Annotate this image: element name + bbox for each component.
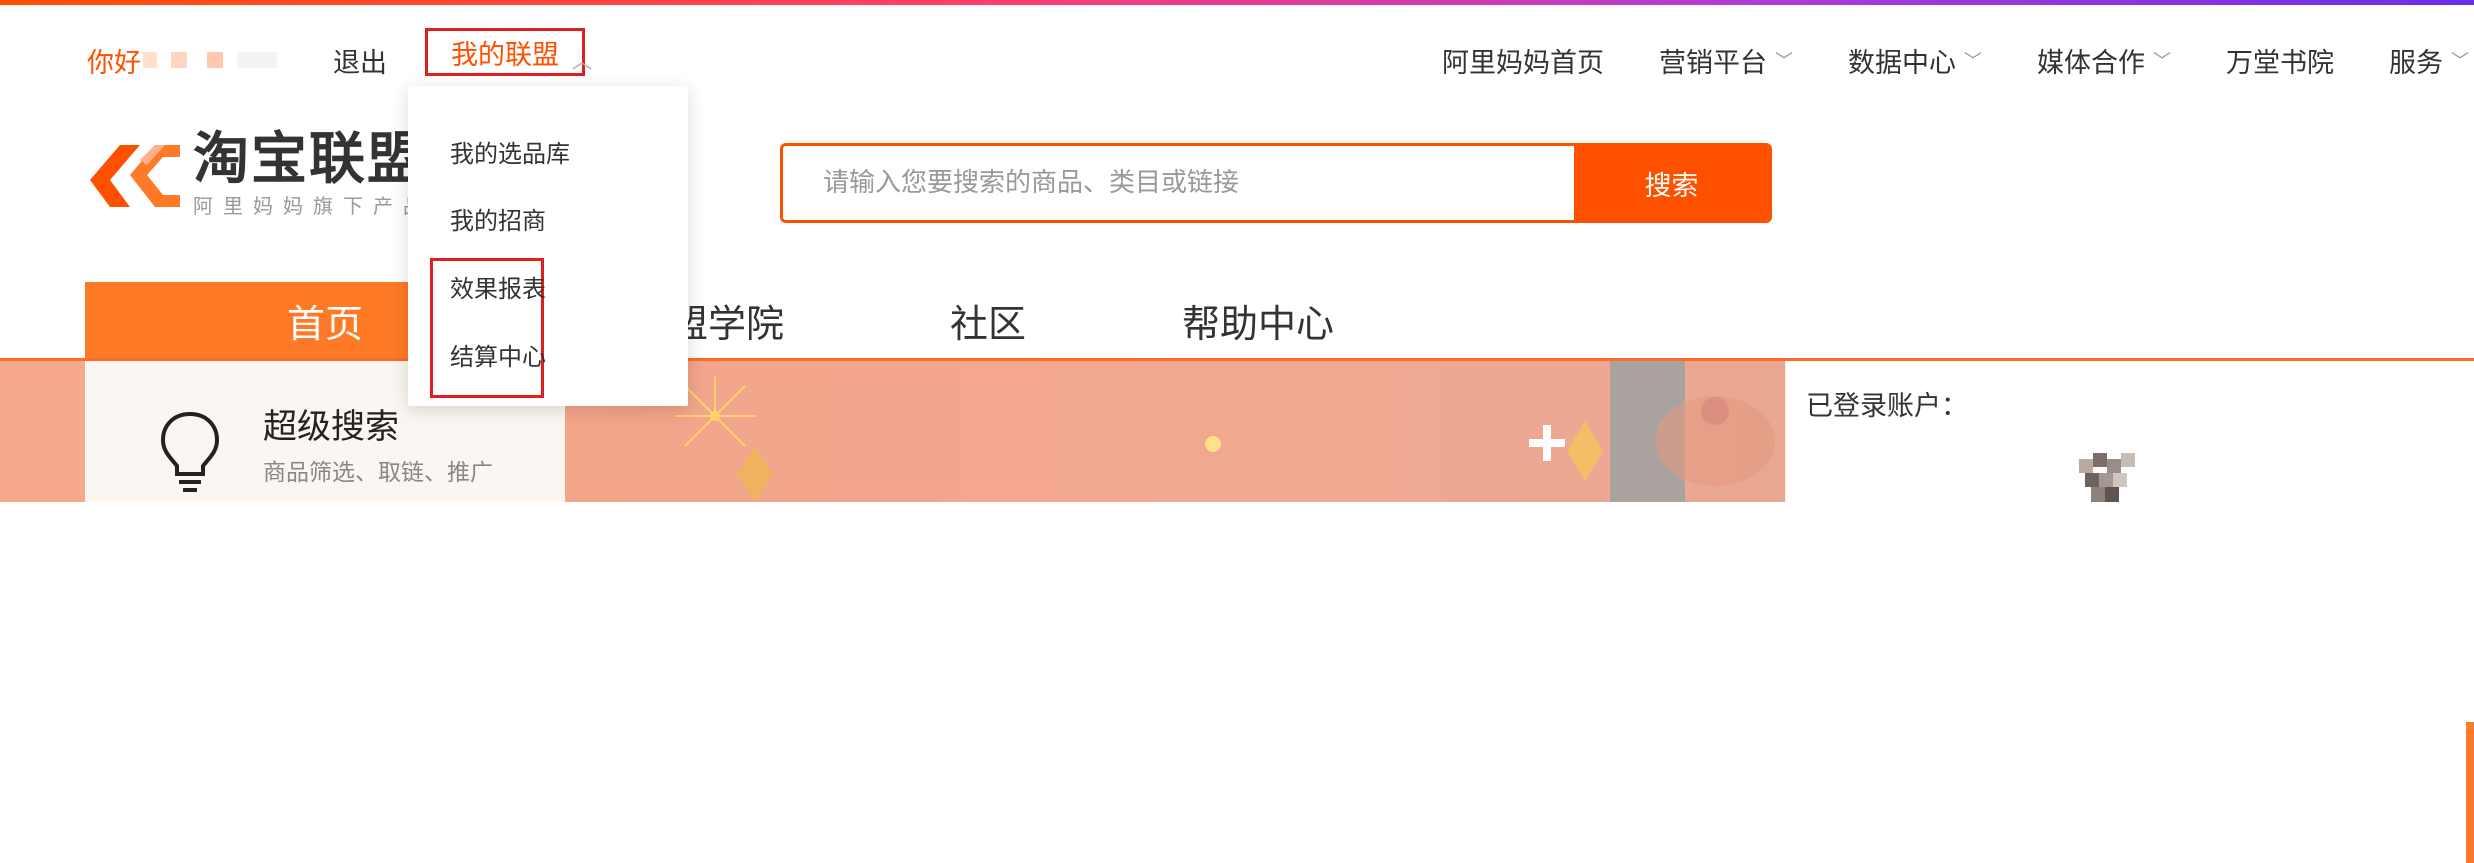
dropdown-item-performance-report[interactable]: 效果报表 <box>450 269 546 304</box>
top-right-label: 媒体合作 <box>2037 47 2145 79</box>
my-alliance-dropdown: 我的选品库 我的招商 效果报表 结算中心 <box>408 86 688 406</box>
chevron-down-icon: ﹀ <box>1775 51 1793 72</box>
marketing-platform-menu[interactable]: 营销平台 ﹀ <box>1659 41 1793 80</box>
nav-community-tab[interactable]: 社区 <box>950 282 1026 358</box>
right-edge-strip <box>2466 722 2474 863</box>
logo-subtitle: 阿里妈妈旗下产品 <box>193 194 433 218</box>
logo-text: 淘宝联盟 阿里妈妈旗下产品 <box>193 130 433 219</box>
media-cooperation-menu[interactable]: 媒体合作 ﹀ <box>2037 41 2171 80</box>
promo-banner[interactable] <box>565 361 1785 502</box>
feature-subtitle: 商品筛选、取链、推广 <box>263 460 493 486</box>
lightbulb-icon <box>160 411 220 492</box>
user-greeting-area: 你好 退出 <box>87 35 387 85</box>
alimama-home-link[interactable]: 阿里妈妈首页 <box>1442 41 1604 80</box>
logout-link[interactable]: 退出 <box>333 41 387 80</box>
ufo-illustration-icon <box>1655 396 1775 486</box>
nav-help-center-tab[interactable]: 帮助中心 <box>1182 282 1334 358</box>
logo-mark-icon <box>90 144 180 207</box>
services-menu[interactable]: 服务 ﹀ <box>2389 41 2469 80</box>
dot-decoration <box>1205 436 1221 452</box>
chevron-down-icon: ﹀ <box>2451 51 2469 72</box>
plus-sparkle-icon <box>1529 425 1565 461</box>
account-panel: 已登录账户： <box>1785 361 2474 502</box>
top-right-label: 万堂书院 <box>2226 47 2334 79</box>
search-button[interactable]: 搜索 <box>1574 146 1769 220</box>
avatar[interactable] <box>2071 449 2151 502</box>
top-right-label: 数据中心 <box>1848 47 1956 79</box>
dropdown-item-settlement-center[interactable]: 结算中心 <box>450 337 546 372</box>
wantang-academy-link[interactable]: 万堂书院 <box>2226 41 2334 80</box>
dropdown-item-selection-library[interactable]: 我的选品库 <box>450 134 570 169</box>
search-input[interactable] <box>783 146 1574 220</box>
top-right-label: 服务 <box>2389 47 2443 79</box>
main-nav: 首页 盟学院 社区 帮助中心 <box>0 282 2474 361</box>
chevron-down-icon: ﹀ <box>1964 51 1982 72</box>
top-right-menu: 阿里妈妈首页 营销平台 ﹀ 数据中心 ﹀ 媒体合作 ﹀ 万堂书院 服务 ﹀ <box>1442 35 2474 85</box>
diamond-decoration-icon <box>1567 421 1603 481</box>
top-nav-bar: 你好 退出 我的联盟 ︿ 阿里妈妈首页 营销平台 ﹀ 数据中心 ﹀ 媒体合作 ﹀… <box>0 5 2474 100</box>
greeting-text: 你好 <box>87 47 141 79</box>
diamond-decoration-icon <box>737 446 773 502</box>
taobao-alliance-logo[interactable]: 淘宝联盟 阿里妈妈旗下产品 <box>85 130 433 219</box>
chevron-up-icon: ︿ <box>572 49 592 73</box>
search-bar: 搜索 <box>780 143 1772 223</box>
username-redacted[interactable] <box>143 49 303 71</box>
feature-title: 超级搜索 <box>263 407 399 447</box>
chevron-down-icon: ﹀ <box>2153 51 2171 72</box>
logo-title: 淘宝联盟 <box>193 127 425 192</box>
content-area: 超级搜索 商品筛选、取链、推广 已登录账户： <box>0 361 2474 863</box>
top-right-label: 阿里妈妈首页 <box>1442 47 1604 79</box>
data-center-menu[interactable]: 数据中心 ﹀ <box>1848 41 1982 80</box>
dropdown-item-merchant-recruit[interactable]: 我的招商 <box>450 201 546 236</box>
left-banner-edge <box>0 361 85 502</box>
my-alliance-menu[interactable]: 我的联盟 <box>425 28 585 76</box>
logged-in-account-label: 已登录账户： <box>1806 391 1968 422</box>
top-right-label: 营销平台 <box>1659 47 1767 79</box>
